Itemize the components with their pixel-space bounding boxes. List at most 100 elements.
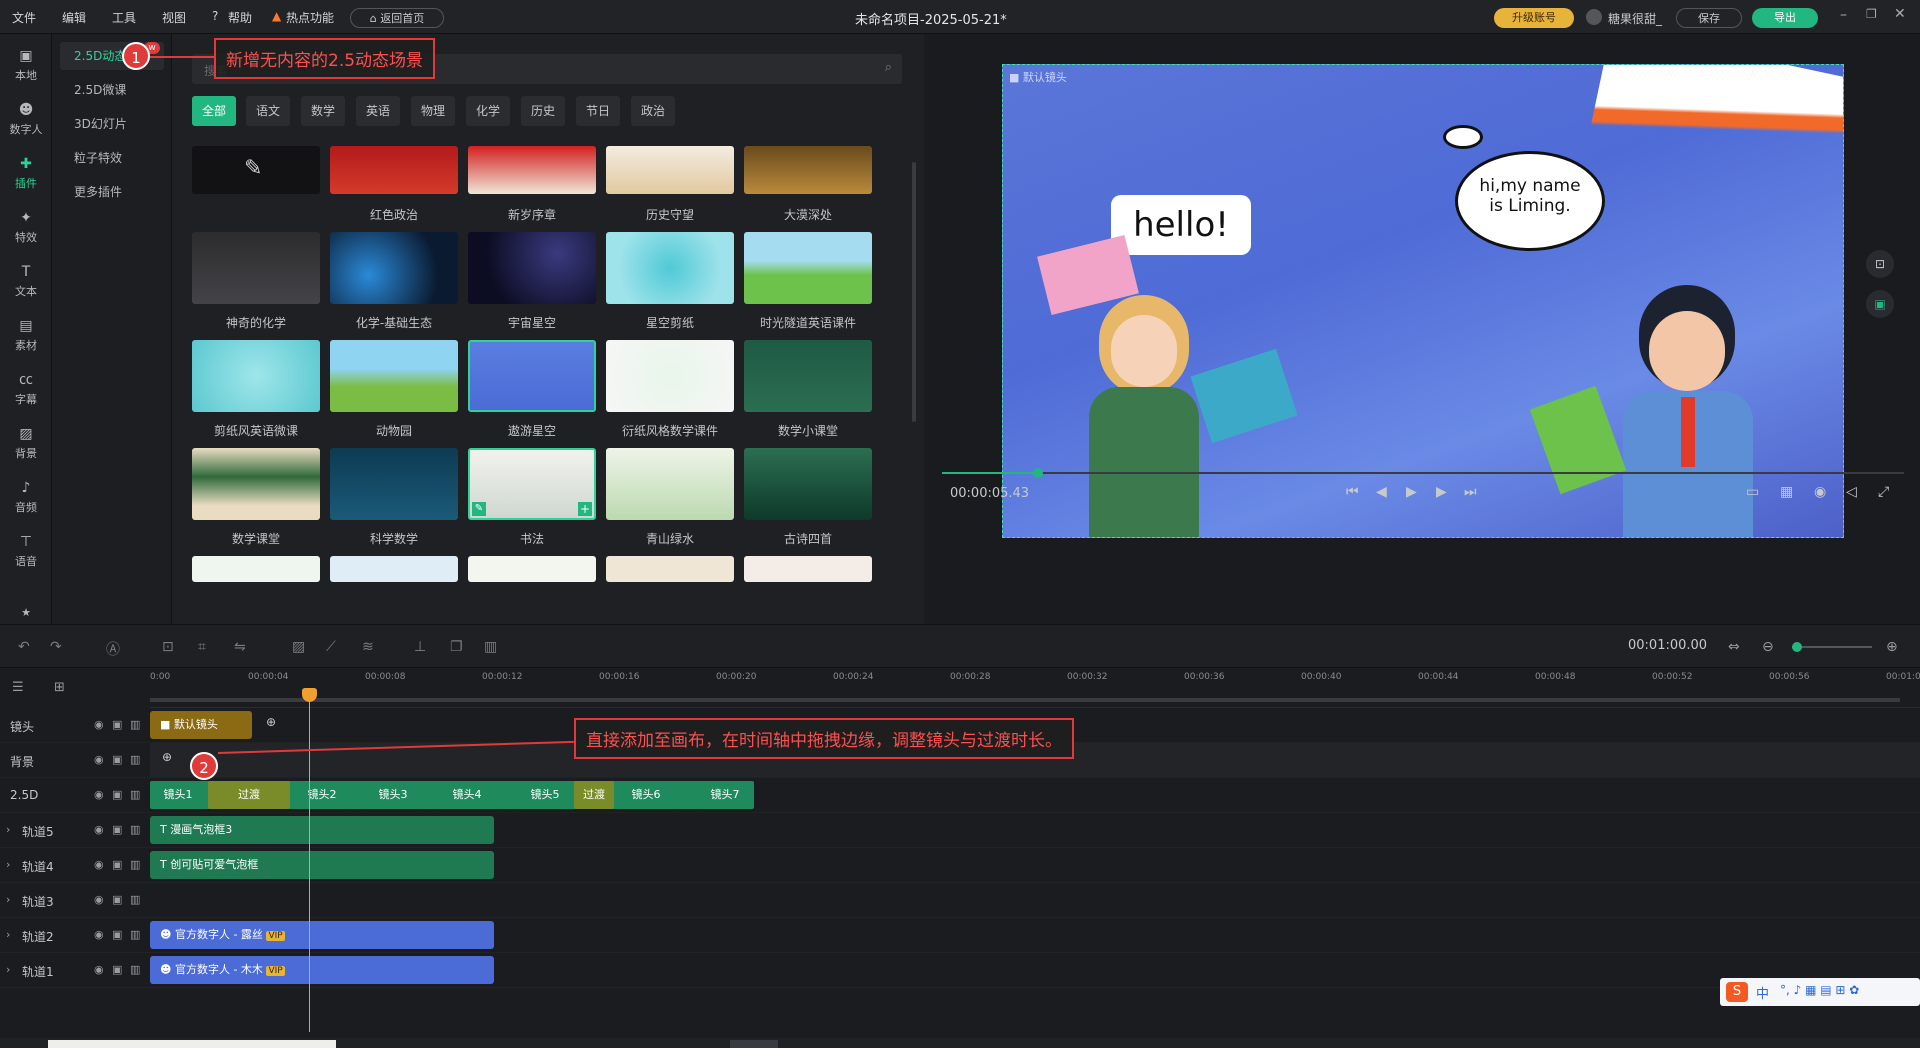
export-button[interactable]: 导出 [1752, 8, 1818, 28]
text-tool-icon[interactable]: Ⓐ [106, 639, 120, 659]
eye-icon[interactable]: ◉ [94, 963, 104, 976]
play-icon[interactable]: ▶ [1406, 484, 1417, 500]
rail-item-digital-human[interactable]: ☻ 数字人 [0, 94, 52, 148]
ime-icons[interactable]: °, ♪ ▦ ▤ ⊞ ✿ [1780, 983, 1859, 997]
zoom-in-icon[interactable]: ⊕ [1886, 639, 1898, 655]
scene-clip[interactable]: 镜头1 [150, 781, 206, 809]
step-back-icon[interactable]: ◀ [1376, 484, 1387, 500]
menu-tools[interactable]: 工具 [112, 9, 136, 26]
undo-icon[interactable]: ↶ [18, 639, 30, 655]
thumb-asset[interactable] [330, 146, 458, 194]
eye-icon[interactable]: ◉ [94, 718, 104, 731]
lock-icon[interactable]: ▣ [112, 893, 122, 906]
category-math[interactable]: 数学 [301, 96, 346, 126]
zoom-out-icon[interactable]: ⊖ [1762, 639, 1774, 655]
comic-bubble-clip[interactable]: T 漫画气泡框3 [150, 816, 494, 844]
crop-icon[interactable]: ⌗ [198, 639, 206, 655]
eye-icon[interactable]: ◉ [94, 893, 104, 906]
thumb-asset[interactable] [606, 146, 734, 194]
fit-screen-icon[interactable]: ⊡ [1866, 250, 1894, 278]
lock-icon[interactable]: ▣ [112, 753, 122, 766]
trash-icon[interactable]: ▥ [130, 928, 140, 941]
skip-start-icon[interactable]: ⏮ [1346, 484, 1359, 500]
trash-icon[interactable]: ▥ [130, 788, 140, 801]
scene-clip[interactable]: 镜头6 [616, 781, 676, 809]
rail-item-plugin[interactable]: ✚ 插件 [0, 148, 52, 202]
add-track-icon[interactable]: ⊞ [54, 680, 65, 695]
skip-end-icon[interactable]: ⏭ [1464, 484, 1477, 500]
thumb-asset[interactable] [606, 448, 734, 520]
scroll-handle[interactable] [730, 1040, 778, 1048]
lock-icon[interactable]: ▣ [112, 718, 122, 731]
rail-item-audio[interactable]: ♪ 音频 [0, 472, 52, 526]
rail-item-material[interactable]: ▤ 素材 [0, 310, 52, 364]
fit-timeline-icon[interactable]: ⇔ [1728, 639, 1740, 655]
thumb-asset[interactable] [192, 232, 320, 304]
submenu-particles[interactable]: 粒子特效 [60, 144, 164, 172]
category-english[interactable]: 英语 [356, 96, 401, 126]
track-row-2-5d[interactable]: 镜头1 过渡 镜头2 镜头3 镜头4 镜头5 过渡 镜头6 镜头7 [150, 778, 1920, 813]
camera-snapshot-icon[interactable]: ◉ [1814, 484, 1826, 500]
add-icon[interactable]: + [578, 502, 592, 516]
digital-human-clip[interactable]: ☻ 官方数字人 - 露丝 VIP [150, 921, 494, 949]
user-name[interactable]: 糖果很甜_ [1608, 10, 1662, 27]
edit-icon[interactable]: ✎ [472, 502, 486, 516]
thumb-asset[interactable] [606, 232, 734, 304]
zoom-slider-handle[interactable] [1792, 642, 1802, 652]
lock-icon[interactable]: ▣ [112, 788, 122, 801]
scene-clip[interactable]: 镜头7 [696, 781, 754, 809]
thumb-asset-selected[interactable] [468, 340, 596, 412]
thumb-asset[interactable] [744, 556, 872, 582]
hello-speech-bubble[interactable]: hello! [1111, 195, 1251, 255]
rail-item-local[interactable]: ▣ 本地 [0, 40, 52, 94]
menu-view[interactable]: 视图 [162, 9, 186, 26]
help-icon[interactable]: ? [212, 9, 218, 23]
trash-icon[interactable]: ▥ [130, 963, 140, 976]
submenu-3d-slides[interactable]: 3D幻灯片 [60, 110, 164, 138]
horizontal-scroll-thumb[interactable] [48, 1040, 336, 1048]
menu-hot-features[interactable]: 热点功能 [286, 9, 334, 26]
transform-icon[interactable]: ⟋ [326, 639, 336, 655]
rail-item-text[interactable]: T 文本 [0, 256, 52, 310]
lock-icon[interactable]: ▣ [112, 823, 122, 836]
lock-icon[interactable]: ▣ [112, 928, 122, 941]
eye-icon[interactable]: ◉ [94, 858, 104, 871]
avatar[interactable] [1586, 9, 1602, 25]
star-icon[interactable]: ★ [0, 606, 52, 624]
save-button[interactable]: 保存 [1676, 8, 1742, 28]
menu-help[interactable]: 帮助 [228, 9, 252, 26]
category-holiday[interactable]: 节日 [576, 96, 621, 126]
transition-clip[interactable]: 过渡 [574, 781, 614, 809]
thumb-asset[interactable] [468, 232, 596, 304]
search-icon[interactable]: ⌕ [885, 60, 892, 75]
chevron-right-icon[interactable]: › [6, 823, 10, 836]
thumb-asset[interactable] [330, 340, 458, 412]
lock-icon[interactable]: ▣ [112, 858, 122, 871]
preview-canvas[interactable]: ■ 默认镜头 hello! hi,my name is Liming. [1002, 64, 1844, 538]
scene-clip[interactable]: 镜头4 [436, 781, 498, 809]
fullscreen-icon[interactable]: ⤢ [1878, 484, 1889, 500]
rail-item-effects[interactable]: ✦ 特效 [0, 202, 52, 256]
thumb-asset[interactable] [468, 556, 596, 582]
ime-toolbar[interactable]: S 中 °, ♪ ▦ ▤ ⊞ ✿ [1720, 978, 1920, 1006]
menu-file[interactable]: 文件 [12, 9, 36, 26]
eye-icon[interactable]: ◉ [94, 788, 104, 801]
step-forward-icon[interactable]: ▶ [1436, 484, 1447, 500]
flip-icon[interactable]: ⇋ [234, 639, 246, 655]
add-background-icon[interactable]: ⊕ [162, 750, 172, 764]
thumb-asset[interactable] [606, 340, 734, 412]
chevron-right-icon[interactable]: › [6, 928, 10, 941]
thumb-asset[interactable] [330, 448, 458, 520]
track-row-2[interactable]: ☻ 官方数字人 - 露丝 VIP [150, 918, 1920, 953]
thumb-asset[interactable] [468, 146, 596, 194]
back-home-button[interactable]: ⌂ 返回首页 [350, 8, 444, 28]
digital-human-clip[interactable]: ☻ 官方数字人 - 木木 VIP [150, 956, 494, 984]
bandage-bubble-clip[interactable]: T 创可贴可爱气泡框 [150, 851, 494, 879]
chevron-right-icon[interactable]: › [6, 858, 10, 871]
trash-icon[interactable]: ▥ [130, 823, 140, 836]
chevron-right-icon[interactable]: › [6, 893, 10, 906]
work-area-bar[interactable] [150, 698, 1900, 702]
track-row-5[interactable]: T 漫画气泡框3 [150, 813, 1920, 848]
eye-icon[interactable]: ◉ [94, 928, 104, 941]
thumb-asset[interactable] [744, 146, 872, 194]
